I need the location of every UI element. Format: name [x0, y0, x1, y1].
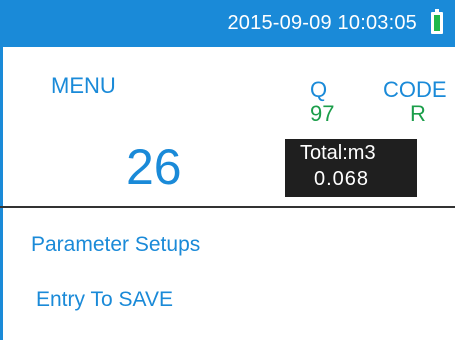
current-number-display: 26	[126, 139, 182, 195]
left-edge-rule	[0, 0, 3, 340]
total-label: Total:m3	[300, 142, 376, 164]
q-value: 97	[310, 101, 335, 126]
code-label: CODE	[383, 77, 447, 102]
status-datetime: 2015-09-09 10:03:05	[227, 12, 417, 34]
total-value: 0.068	[314, 168, 370, 190]
status-bar: 2015-09-09 10:03:05	[3, 0, 455, 47]
menu-item-parameter-setups[interactable]: Parameter Setups	[31, 233, 200, 257]
battery-level-fill	[434, 15, 440, 31]
section-divider	[0, 206, 455, 208]
battery-icon	[431, 9, 443, 34]
menu-item-entry-to-save[interactable]: Entry To SAVE	[36, 288, 173, 312]
device-screen: 2015-09-09 10:03:05 MENU Q 97 CODE R 26 …	[0, 0, 455, 340]
menu-label[interactable]: MENU	[51, 73, 116, 99]
total-readout-box: Total:m3 0.068	[285, 139, 417, 197]
code-value: R	[410, 101, 426, 126]
q-label: Q	[310, 77, 328, 102]
